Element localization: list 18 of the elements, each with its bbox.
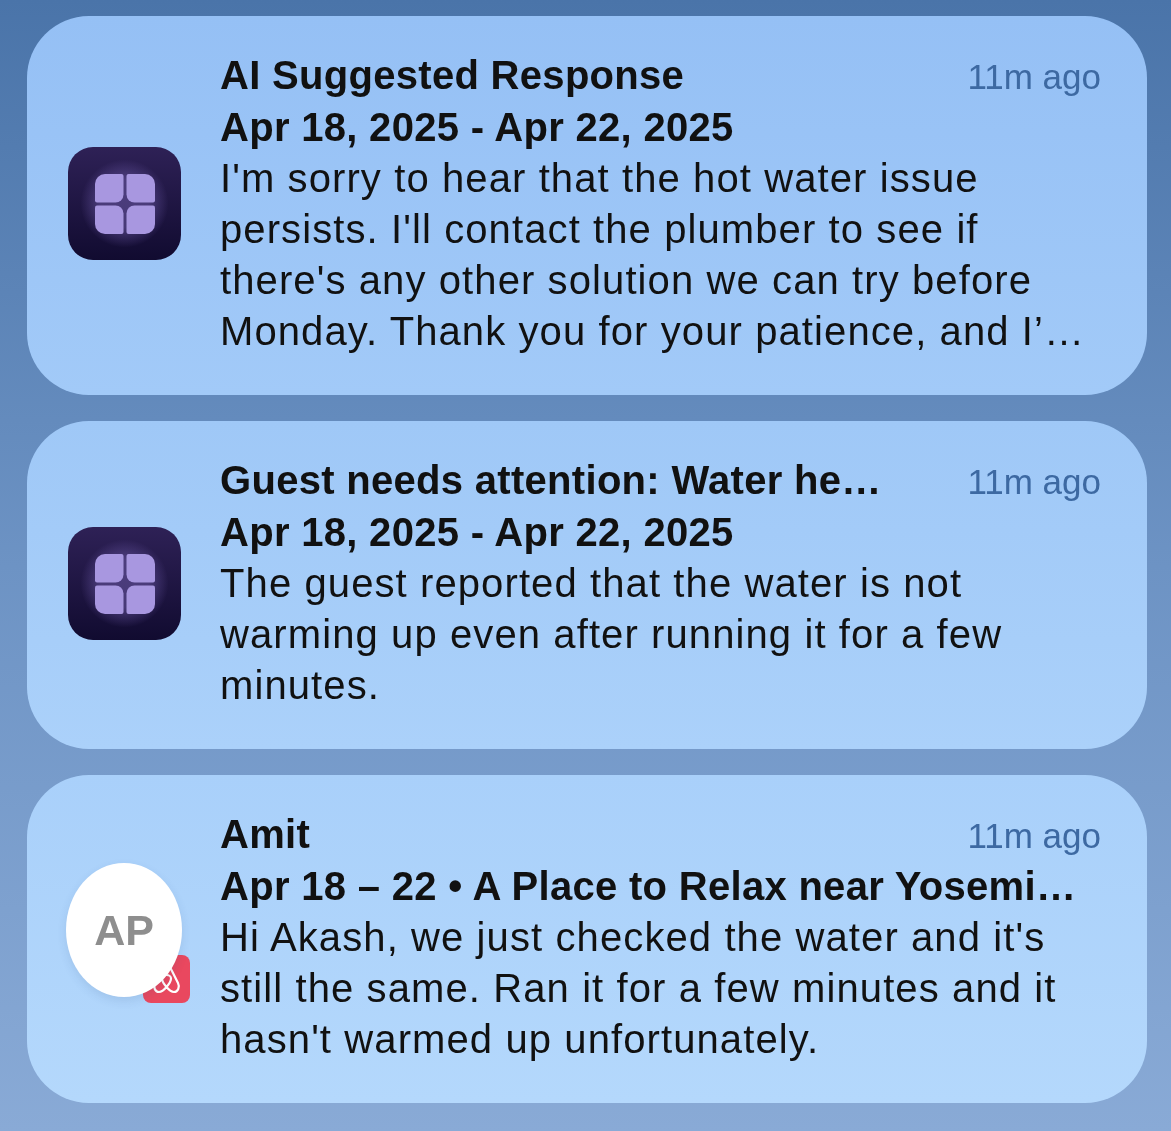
timestamp: 11m ago: [967, 461, 1101, 503]
date-range: Apr 18 – 22 • A Place to Relax near Yosemi…: [220, 863, 1078, 910]
message-text: The guest reported that the water is not warming up even after running it for a few minutes.: [220, 560, 1004, 709]
notification-card[interactable]: Guest needs attention: Water he… 11m ago Apr 18, 2025 - Apr 22, 2025 The guest reported that the water is not warming up even after running it for a few minutes.: [27, 421, 1147, 749]
notification-title: Amit: [220, 811, 311, 858]
timestamp: 11m ago: [967, 56, 1101, 98]
date-range: Apr 18, 2025 - Apr 22, 2025: [220, 509, 735, 556]
notification-title: Guest needs attention: Water he…: [220, 457, 882, 504]
app-icon: [68, 526, 181, 640]
date-range: Apr 18, 2025 - Apr 22, 2025: [220, 104, 735, 151]
message-text: Hi Akash, we just checked the water and it's still the same. Ran it for a few minutes and it hasn't warmed up unfortunately.: [220, 914, 1058, 1063]
app-icon: [68, 147, 181, 260]
notification-card[interactable]: [27, 16, 1147, 395]
notification-title: AI Suggested Response: [220, 52, 685, 99]
message-text: I'm sorry to hear that the hot water issue persists. I'll contact the plumber to see if there's any other solution we can try before Monday. Thank you for your patience, and I’…: [220, 155, 1087, 355]
avatar: AP: [66, 863, 182, 997]
notification-card[interactable]: AP Amit 11m ago Apr 18 – 22 • A Place to Relax near Yosemi… Hi Akash, we just checked the water and it's still the same. Ran it for a few minutes and it hasn't warmed up unfortunately.: [27, 775, 1147, 1103]
timestamp: 11m ago: [967, 815, 1101, 857]
